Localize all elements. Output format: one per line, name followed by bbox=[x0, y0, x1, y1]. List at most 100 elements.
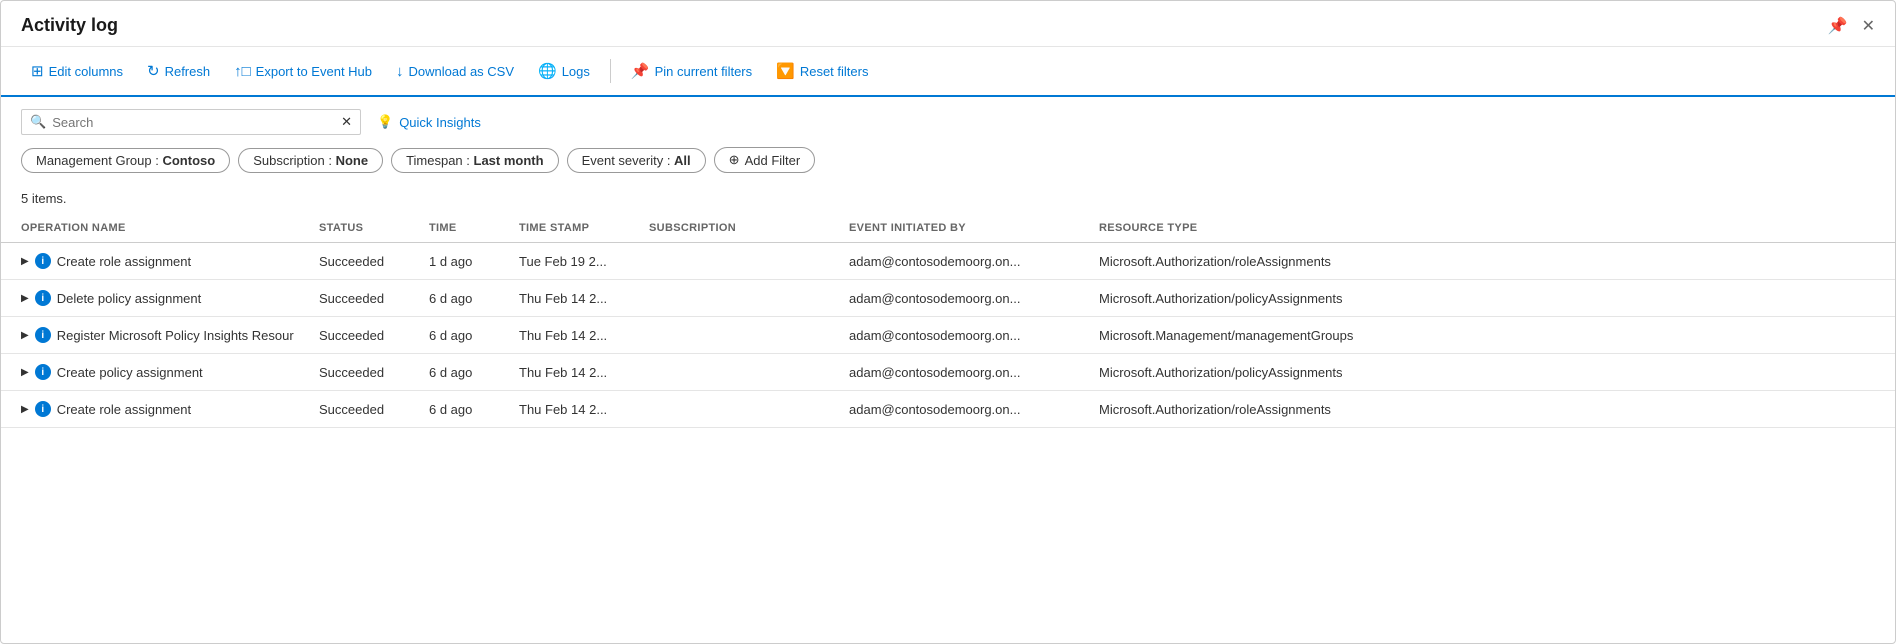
operation-name: Register Microsoft Policy Insights Resou… bbox=[57, 328, 294, 343]
operation-name: Create role assignment bbox=[57, 402, 191, 417]
items-count: 5 items. bbox=[1, 191, 1895, 214]
download-label: Download as CSV bbox=[409, 64, 515, 79]
cell-status: Succeeded bbox=[311, 280, 421, 317]
cell-initiated-by: adam@contosodemoorg.on... bbox=[841, 317, 1091, 354]
timespan-chip[interactable]: Timespan : Last month bbox=[391, 148, 559, 173]
expand-arrow[interactable]: ▶ bbox=[21, 256, 29, 267]
operation-name: Create role assignment bbox=[57, 254, 191, 269]
cell-time: 6 d ago bbox=[421, 317, 511, 354]
cell-status: Succeeded bbox=[311, 317, 421, 354]
info-icon: i bbox=[35, 401, 51, 417]
search-input[interactable] bbox=[52, 115, 341, 130]
cell-status: Succeeded bbox=[311, 243, 421, 280]
cell-resource-type: Microsoft.Authorization/roleAssignments bbox=[1091, 243, 1895, 280]
col-header-initiated-by: EVENT INITIATED BY bbox=[841, 214, 1091, 243]
expand-arrow[interactable]: ▶ bbox=[21, 367, 29, 378]
search-row: 🔍 ✕ 💡 Quick Insights bbox=[21, 109, 1875, 135]
info-icon: i bbox=[35, 327, 51, 343]
cell-resource-type: Microsoft.Authorization/roleAssignments bbox=[1091, 391, 1895, 428]
cell-resource-type: Microsoft.Authorization/policyAssignment… bbox=[1091, 280, 1895, 317]
clear-search-icon[interactable]: ✕ bbox=[341, 114, 352, 130]
quick-insights-icon: 💡 bbox=[377, 114, 393, 130]
pin-filters-button[interactable]: 📌 Pin current filters bbox=[621, 57, 762, 85]
cell-resource-type: Microsoft.Authorization/policyAssignment… bbox=[1091, 354, 1895, 391]
download-icon: ↓ bbox=[396, 63, 404, 80]
reset-filters-icon: 🔽 bbox=[776, 62, 795, 80]
col-header-subscription: SUBSCRIPTION bbox=[641, 214, 841, 243]
edit-columns-label: Edit columns bbox=[49, 64, 123, 79]
cell-resource-type: Microsoft.Management/managementGroups bbox=[1091, 317, 1895, 354]
table-header-row: OPERATION NAME STATUS TIME TIME STAMP SU… bbox=[1, 214, 1895, 243]
refresh-icon: ↻ bbox=[147, 62, 160, 80]
quick-insights-button[interactable]: 💡 Quick Insights bbox=[377, 114, 481, 130]
cell-operation: ▶ i Register Microsoft Policy Insights R… bbox=[1, 317, 311, 354]
cell-operation: ▶ i Create policy assignment bbox=[1, 354, 311, 391]
toolbar-divider bbox=[610, 59, 611, 83]
cell-operation: ▶ i Create role assignment bbox=[1, 243, 311, 280]
title-bar: Activity log 📌 ✕ bbox=[1, 1, 1895, 47]
cell-time: 6 d ago bbox=[421, 280, 511, 317]
cell-timestamp: Thu Feb 14 2... bbox=[511, 317, 641, 354]
management-group-chip[interactable]: Management Group : Contoso bbox=[21, 148, 230, 173]
download-csv-button[interactable]: ↓ Download as CSV bbox=[386, 58, 524, 85]
cell-initiated-by: adam@contosodemoorg.on... bbox=[841, 391, 1091, 428]
cell-time: 1 d ago bbox=[421, 243, 511, 280]
expand-arrow[interactable]: ▶ bbox=[21, 404, 29, 415]
filter-bar: 🔍 ✕ 💡 Quick Insights Management Group : … bbox=[1, 97, 1895, 191]
timespan-chip-text: Timespan : Last month bbox=[406, 153, 544, 168]
export-label: Export to Event Hub bbox=[256, 64, 372, 79]
page-title: Activity log bbox=[21, 15, 118, 36]
event-severity-chip-text: Event severity : All bbox=[582, 153, 691, 168]
cell-status: Succeeded bbox=[311, 391, 421, 428]
export-icon: ↑□ bbox=[234, 63, 251, 80]
info-icon: i bbox=[35, 290, 51, 306]
event-severity-chip[interactable]: Event severity : All bbox=[567, 148, 706, 173]
search-box: 🔍 ✕ bbox=[21, 109, 361, 135]
table-body: ▶ i Create role assignment Succeeded 1 d… bbox=[1, 243, 1895, 428]
logs-icon: 🌐 bbox=[538, 62, 557, 80]
col-header-status: STATUS bbox=[311, 214, 421, 243]
activity-log-window: Activity log 📌 ✕ ⊞ Edit columns ↻ Refres… bbox=[0, 0, 1896, 644]
cell-subscription bbox=[641, 391, 841, 428]
table-row: ▶ i Register Microsoft Policy Insights R… bbox=[1, 317, 1895, 354]
add-filter-button[interactable]: ⊕ Add Filter bbox=[714, 147, 816, 173]
subscription-chip-text: Subscription : None bbox=[253, 153, 368, 168]
management-group-chip-text: Management Group : Contoso bbox=[36, 153, 215, 168]
cell-time: 6 d ago bbox=[421, 354, 511, 391]
add-filter-icon: ⊕ bbox=[729, 152, 740, 168]
table-header: OPERATION NAME STATUS TIME TIME STAMP SU… bbox=[1, 214, 1895, 243]
col-header-resource-type: RESOURCE TYPE bbox=[1091, 214, 1895, 243]
expand-arrow[interactable]: ▶ bbox=[21, 293, 29, 304]
add-filter-label: Add Filter bbox=[745, 153, 801, 168]
filter-chips: Management Group : Contoso Subscription … bbox=[21, 147, 1875, 173]
cell-time: 6 d ago bbox=[421, 391, 511, 428]
reset-filters-label: Reset filters bbox=[800, 64, 869, 79]
toolbar: ⊞ Edit columns ↻ Refresh ↑□ Export to Ev… bbox=[1, 47, 1895, 97]
cell-subscription bbox=[641, 354, 841, 391]
export-button[interactable]: ↑□ Export to Event Hub bbox=[224, 58, 382, 85]
cell-subscription bbox=[641, 317, 841, 354]
expand-arrow[interactable]: ▶ bbox=[21, 330, 29, 341]
close-icon[interactable]: ✕ bbox=[1862, 16, 1875, 36]
col-header-time: TIME bbox=[421, 214, 511, 243]
cell-initiated-by: adam@contosodemoorg.on... bbox=[841, 280, 1091, 317]
logs-button[interactable]: 🌐 Logs bbox=[528, 57, 600, 85]
pin-icon[interactable]: 📌 bbox=[1828, 16, 1848, 36]
cell-initiated-by: adam@contosodemoorg.on... bbox=[841, 243, 1091, 280]
col-header-timestamp: TIME STAMP bbox=[511, 214, 641, 243]
cell-timestamp: Thu Feb 14 2... bbox=[511, 391, 641, 428]
refresh-button[interactable]: ↻ Refresh bbox=[137, 57, 220, 85]
cell-timestamp: Thu Feb 14 2... bbox=[511, 280, 641, 317]
cell-timestamp: Tue Feb 19 2... bbox=[511, 243, 641, 280]
cell-status: Succeeded bbox=[311, 354, 421, 391]
subscription-chip[interactable]: Subscription : None bbox=[238, 148, 383, 173]
logs-label: Logs bbox=[562, 64, 590, 79]
refresh-label: Refresh bbox=[165, 64, 211, 79]
info-icon: i bbox=[35, 364, 51, 380]
edit-columns-button[interactable]: ⊞ Edit columns bbox=[21, 57, 133, 85]
operation-name: Delete policy assignment bbox=[57, 291, 202, 306]
operation-name: Create policy assignment bbox=[57, 365, 203, 380]
table-row: ▶ i Delete policy assignment Succeeded 6… bbox=[1, 280, 1895, 317]
cell-subscription bbox=[641, 243, 841, 280]
reset-filters-button[interactable]: 🔽 Reset filters bbox=[766, 57, 878, 85]
